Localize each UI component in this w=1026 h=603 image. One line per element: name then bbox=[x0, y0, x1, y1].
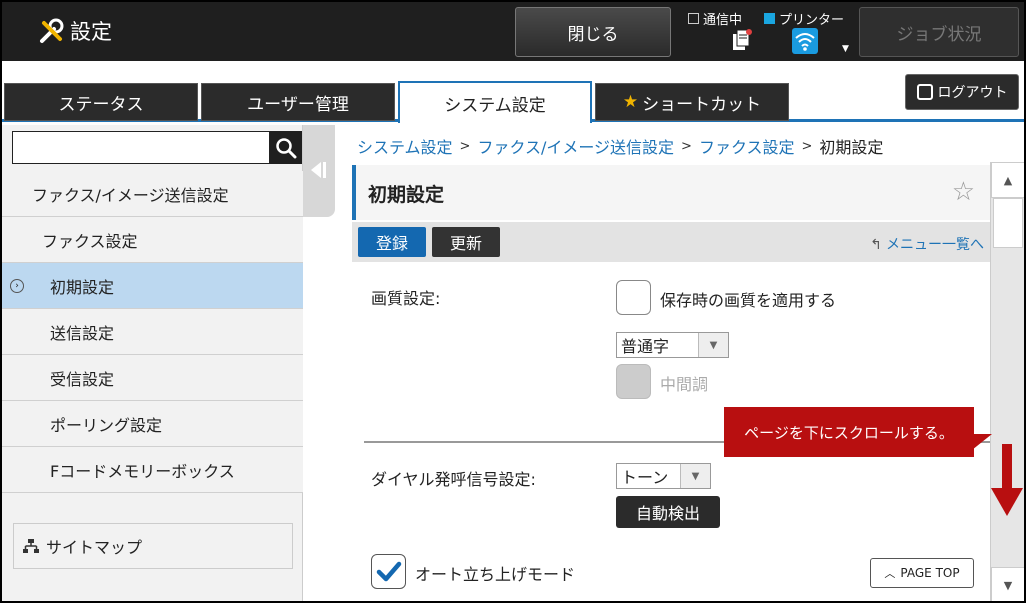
page-title: 初期設定 bbox=[368, 184, 445, 206]
auto-detect-button[interactable]: 自動検出 bbox=[616, 496, 720, 528]
scroll-hint-callout: ページを下にスクロールする。 bbox=[724, 407, 974, 457]
apply-saved-quality-label: 保存時の画質を適用する bbox=[660, 291, 837, 310]
app-frame: 設定 閉じる 通信中 プリンター ▼ ジョブ状況 ステータス ユーザー管理 シス… bbox=[0, 0, 1026, 603]
scroll-thumb[interactable] bbox=[993, 198, 1023, 248]
sidebar-item-fax-settings[interactable]: ファクス設定 bbox=[2, 217, 303, 263]
close-button[interactable]: 閉じる bbox=[515, 7, 671, 57]
chevron-down-icon: ▼ bbox=[680, 464, 710, 488]
printer-status-label: プリンター bbox=[779, 13, 845, 28]
comm-status: 通信中 bbox=[688, 9, 742, 28]
collapse-left-icon bbox=[311, 162, 326, 178]
main-tabs: ステータス ユーザー管理 システム設定 ★ ショートカット ログアウト bbox=[2, 61, 1024, 123]
checkmark-icon bbox=[376, 561, 402, 582]
selected-chevron-icon: › bbox=[10, 278, 24, 293]
scroll-down-hint-arrow-icon bbox=[991, 444, 1023, 516]
search-icon bbox=[276, 137, 297, 158]
logout-label: ログアウト bbox=[937, 85, 1008, 101]
breadcrumb-system-settings[interactable]: システム設定 bbox=[357, 134, 453, 158]
search-input[interactable] bbox=[12, 131, 270, 164]
sidebar-item-fcode-memory-box[interactable]: Fコードメモリーボックス bbox=[2, 447, 303, 493]
breadcrumb-separator: > bbox=[801, 138, 813, 154]
quality-select[interactable]: 普通字 ▼ bbox=[616, 332, 729, 358]
menu-list-label: メニュー一覧へ bbox=[886, 237, 984, 253]
settings-title: 設定 bbox=[36, 16, 112, 48]
chevron-down-icon: ▼ bbox=[698, 333, 728, 357]
printer-status-indicator bbox=[764, 13, 775, 24]
logout-icon bbox=[916, 84, 933, 100]
page-top-label: PAGE TOP bbox=[900, 566, 960, 580]
top-bar: 設定 閉じる 通信中 プリンター ▼ ジョブ状況 bbox=[2, 2, 1024, 61]
sitemap-icon bbox=[23, 539, 39, 553]
wifi-icon bbox=[792, 28, 818, 54]
main-content: システム設定 > ファクス/イメージ送信設定 > ファクス設定 > 初期設定 初… bbox=[335, 125, 1024, 601]
tab-shortcut[interactable]: ★ ショートカット bbox=[595, 83, 789, 121]
printer-status: プリンター bbox=[764, 9, 844, 28]
sidebar-item-send-settings[interactable]: 送信設定 bbox=[2, 309, 303, 355]
page-top-button[interactable]: ︿ PAGE TOP bbox=[870, 558, 974, 588]
update-button[interactable]: 更新 bbox=[432, 227, 500, 257]
status-dropdown-icon[interactable]: ▼ bbox=[842, 44, 849, 54]
search-button[interactable] bbox=[270, 131, 302, 164]
page-title-header: 設定 bbox=[70, 20, 112, 44]
tab-shortcut-label: ショートカット bbox=[642, 94, 762, 115]
register-button[interactable]: 登録 bbox=[358, 227, 426, 257]
favorite-star-icon[interactable]: ☆ bbox=[952, 177, 975, 207]
breadcrumb-fax-settings[interactable]: ファクス設定 bbox=[699, 134, 795, 158]
breadcrumb-fax-image-send[interactable]: ファクス/イメージ送信設定 bbox=[477, 134, 674, 158]
dial-signal-select[interactable]: トーン ▼ bbox=[616, 463, 711, 489]
breadcrumb-separator: > bbox=[459, 138, 471, 154]
dial-select-value: トーン bbox=[621, 468, 669, 487]
sidebar-item-receive-settings[interactable]: 受信設定 bbox=[2, 355, 303, 401]
halftone-label: 中間調 bbox=[660, 375, 709, 394]
sidebar-item-fax-image-send[interactable]: ファクス/イメージ送信設定 bbox=[2, 171, 303, 217]
dial-signal-label: ダイヤル発呼信号設定: bbox=[371, 470, 536, 489]
tab-status[interactable]: ステータス bbox=[4, 83, 198, 121]
sitemap-label: サイトマップ bbox=[46, 538, 143, 557]
menu-list-link[interactable]: ↰ メニュー一覧へ bbox=[870, 234, 984, 254]
arrow-down-icon: ▼ bbox=[1003, 578, 1013, 592]
quality-setting-label: 画質設定: bbox=[371, 289, 441, 308]
halftone-checkbox[interactable] bbox=[616, 364, 651, 399]
return-arrow-icon: ↰ bbox=[870, 237, 882, 253]
sidebar-item-polling-settings[interactable]: ポーリング設定 bbox=[2, 401, 303, 447]
auto-start-checkbox[interactable] bbox=[371, 554, 406, 589]
action-bar: 登録 更新 ↰ メニュー一覧へ bbox=[352, 222, 990, 262]
sidebar-item-label: 初期設定 bbox=[50, 277, 115, 297]
sidebar: ファクス/イメージ送信設定 ファクス設定 › 初期設定 送信設定 受信設定 ポー… bbox=[2, 125, 303, 601]
star-icon: ★ bbox=[622, 92, 639, 112]
comm-status-indicator bbox=[688, 13, 699, 24]
job-status-button[interactable]: ジョブ状況 bbox=[859, 7, 1019, 57]
apply-saved-quality-checkbox[interactable] bbox=[616, 280, 651, 315]
quality-select-value: 普通字 bbox=[621, 337, 670, 356]
scroll-up-button[interactable]: ▲ bbox=[991, 162, 1024, 198]
sidebar-search bbox=[12, 131, 302, 164]
vertical-scrollbar[interactable]: ▲ ▼ bbox=[990, 162, 1024, 601]
breadcrumb: システム設定 > ファクス/イメージ送信設定 > ファクス設定 > 初期設定 bbox=[357, 134, 883, 158]
device-status: 通信中 プリンター ▼ bbox=[682, 6, 857, 58]
breadcrumb-separator: > bbox=[681, 138, 692, 154]
comm-status-label: 通信中 bbox=[703, 13, 743, 28]
sidebar-collapse-button[interactable] bbox=[303, 125, 335, 217]
chevron-up-icon: ︿ bbox=[884, 567, 896, 580]
auto-start-label: オート立ち上げモード bbox=[415, 565, 576, 584]
sitemap-link[interactable]: サイトマップ bbox=[13, 523, 293, 569]
scroll-down-button[interactable]: ▼ bbox=[991, 567, 1024, 601]
page-header: 初期設定 ☆ bbox=[352, 165, 990, 220]
tab-user-management[interactable]: ユーザー管理 bbox=[201, 83, 395, 121]
tools-icon bbox=[40, 18, 64, 43]
sidebar-item-initial-settings[interactable]: › 初期設定 bbox=[2, 263, 303, 309]
arrow-up-icon: ▲ bbox=[1003, 173, 1013, 187]
fax-status-icon bbox=[733, 29, 752, 50]
breadcrumb-current: 初期設定 bbox=[819, 138, 884, 157]
tab-system-settings[interactable]: システム設定 bbox=[398, 81, 592, 123]
logout-button[interactable]: ログアウト bbox=[905, 74, 1019, 110]
